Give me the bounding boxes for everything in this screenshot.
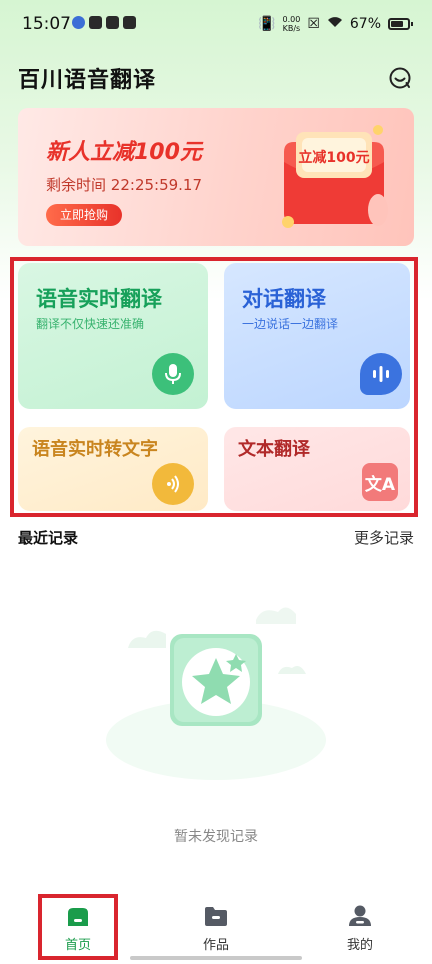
notification-app-icon — [89, 16, 102, 29]
user-icon — [349, 905, 371, 926]
notification-app-icon — [72, 16, 85, 29]
voice-wave-icon — [360, 353, 402, 395]
card-subtitle: 翻译不仅快速还准确 — [36, 317, 145, 331]
microphone-icon — [152, 353, 194, 395]
nav-home[interactable]: 首页 — [38, 894, 118, 960]
bottom-nav: 首页 作品 我的 — [0, 894, 432, 964]
dialogue-translate-card[interactable]: 对话翻译 一边说话一边翻译 — [224, 263, 410, 409]
nav-label: 首页 — [64, 938, 91, 953]
card-title: 文本翻译 — [238, 439, 310, 460]
card-title: 对话翻译 — [242, 287, 326, 311]
card-subtitle: 一边说话一边翻译 — [242, 317, 339, 331]
envelope-text: 立减100元 — [298, 149, 369, 166]
notification-app-icon — [106, 16, 119, 29]
network-speed: 0.00 KB/s — [283, 15, 301, 33]
promo-remaining-label: 剩余时间 — [46, 176, 107, 194]
nav-label: 我的 — [346, 938, 373, 953]
network-speed-unit: KB/s — [282, 24, 301, 33]
realtime-voice-translate-card[interactable]: 语音实时翻译 翻译不仅快速还准确 — [18, 263, 208, 409]
customer-service-icon[interactable] — [388, 66, 412, 90]
home-indicator[interactable] — [130, 956, 302, 960]
wifi-icon — [327, 16, 343, 32]
promo-headline: 新人立减100元 — [46, 140, 202, 165]
translate-icon: 文A — [362, 463, 398, 501]
battery-percent: 67% — [349, 16, 381, 32]
card-title: 语音实时翻译 — [36, 287, 162, 311]
empty-records-text: 暂未发现记录 — [174, 829, 258, 845]
notification-icons — [72, 16, 136, 29]
battery-icon — [388, 18, 413, 30]
promo-countdown: 剩余时间 22:25:59.17 — [46, 174, 202, 195]
speech-to-text-card[interactable]: 语音实时转文字 — [18, 427, 208, 511]
promo-banner[interactable]: 新人立减100元 剩余时间 22:25:59.17 立即抢购 立减100元 — [18, 108, 414, 246]
text-translate-card[interactable]: 文本翻译 文A — [224, 427, 410, 511]
nav-label: 作品 — [202, 938, 229, 953]
tiktok-icon — [123, 16, 136, 29]
app-title: 百川语音翻译 — [18, 68, 157, 93]
more-records-link[interactable]: 更多记录 — [354, 527, 414, 548]
buy-now-button[interactable]: 立即抢购 — [46, 204, 123, 226]
home-icon — [68, 908, 88, 926]
nav-mine[interactable]: 我的 — [320, 894, 400, 958]
status-time: 15:07 — [22, 14, 71, 34]
status-bar: 15:07 📳 0.00 KB/s ☒ 67% — [0, 0, 432, 50]
sim-icon: ☒ — [307, 16, 320, 32]
nav-works[interactable]: 作品 — [176, 894, 256, 958]
empty-records-illustration — [106, 607, 326, 780]
sound-waves-icon — [152, 463, 194, 505]
recent-records-title: 最近记录 — [18, 529, 79, 547]
vibrate-icon: 📳 — [258, 16, 276, 32]
red-envelope-icon: 立减100元 — [282, 125, 388, 228]
status-right: 📳 0.00 KB/s ☒ 67% — [258, 15, 413, 33]
folder-icon — [205, 907, 227, 926]
promo-remaining-time: 22:25:59.17 — [110, 176, 203, 194]
network-speed-value: 0.00 — [282, 15, 301, 24]
card-title: 语音实时转文字 — [32, 439, 158, 460]
